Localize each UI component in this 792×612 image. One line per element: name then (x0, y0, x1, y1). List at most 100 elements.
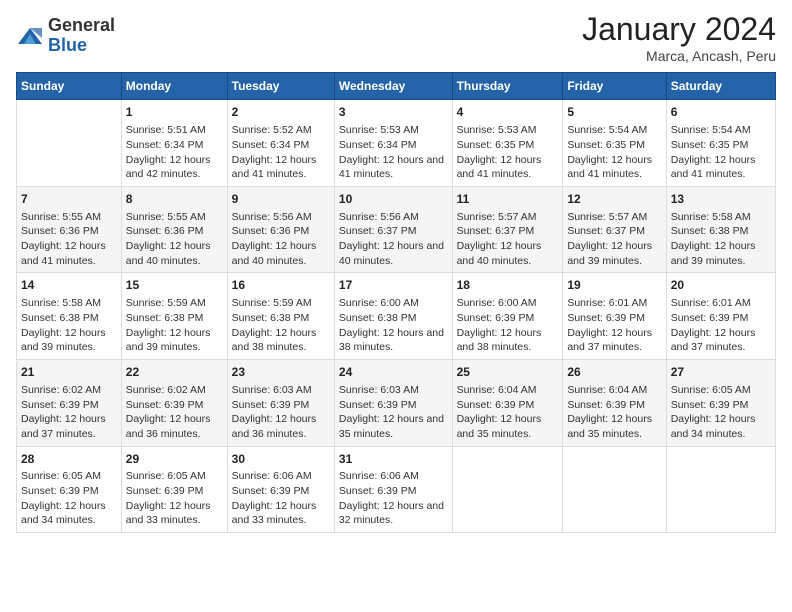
cell-info: Sunset: 6:35 PM (567, 139, 645, 151)
day-number: 21 (21, 364, 117, 381)
cell-info: Sunrise: 6:05 AM (21, 470, 101, 482)
subtitle: Marca, Ancash, Peru (582, 48, 776, 64)
cell-info: Daylight: 12 hours and 36 minutes. (126, 413, 211, 440)
cell-week3-day5: 26Sunrise: 6:04 AMSunset: 6:39 PMDayligh… (563, 360, 666, 447)
cell-info: Daylight: 12 hours and 34 minutes. (21, 500, 106, 527)
cell-info: Sunrise: 5:57 AM (457, 211, 537, 223)
day-number: 30 (232, 451, 330, 468)
cell-info: Daylight: 12 hours and 35 minutes. (457, 413, 542, 440)
logo-blue: Blue (48, 36, 115, 56)
day-number: 25 (457, 364, 559, 381)
cell-info: Daylight: 12 hours and 37 minutes. (671, 327, 756, 354)
cell-info: Daylight: 12 hours and 39 minutes. (21, 327, 106, 354)
cell-info: Sunset: 6:34 PM (232, 139, 310, 151)
cell-info: Daylight: 12 hours and 38 minutes. (339, 327, 444, 354)
logo: General Blue (16, 16, 115, 56)
cell-info: Sunset: 6:39 PM (232, 399, 310, 411)
day-number: 19 (567, 277, 661, 294)
day-number: 9 (232, 191, 330, 208)
page-header: General Blue January 2024 Marca, Ancash,… (16, 10, 776, 64)
cell-week2-day6: 20Sunrise: 6:01 AMSunset: 6:39 PMDayligh… (666, 273, 775, 360)
cell-info: Sunrise: 6:04 AM (567, 384, 647, 396)
cell-info: Sunrise: 5:58 AM (21, 297, 101, 309)
day-number: 27 (671, 364, 771, 381)
cell-info: Daylight: 12 hours and 35 minutes. (339, 413, 444, 440)
cell-info: Sunset: 6:39 PM (126, 485, 204, 497)
cell-info: Daylight: 12 hours and 38 minutes. (457, 327, 542, 354)
cell-info: Sunset: 6:38 PM (671, 225, 749, 237)
cell-week0-day5: 5Sunrise: 5:54 AMSunset: 6:35 PMDaylight… (563, 100, 666, 187)
cell-week4-day4 (452, 446, 563, 533)
cell-info: Sunrise: 5:59 AM (232, 297, 312, 309)
cell-info: Sunset: 6:37 PM (457, 225, 535, 237)
cell-week3-day6: 27Sunrise: 6:05 AMSunset: 6:39 PMDayligh… (666, 360, 775, 447)
title-block: January 2024 Marca, Ancash, Peru (582, 10, 776, 64)
cell-info: Daylight: 12 hours and 41 minutes. (567, 154, 652, 181)
cell-info: Sunset: 6:38 PM (339, 312, 417, 324)
cell-week0-day6: 6Sunrise: 5:54 AMSunset: 6:35 PMDaylight… (666, 100, 775, 187)
cell-info: Daylight: 12 hours and 40 minutes. (232, 240, 317, 267)
cell-week3-day1: 22Sunrise: 6:02 AMSunset: 6:39 PMDayligh… (121, 360, 227, 447)
logo-icon (16, 22, 44, 50)
cell-info: Daylight: 12 hours and 41 minutes. (671, 154, 756, 181)
cell-info: Daylight: 12 hours and 41 minutes. (457, 154, 542, 181)
day-number: 22 (126, 364, 223, 381)
cell-info: Sunrise: 5:58 AM (671, 211, 751, 223)
cell-info: Sunset: 6:39 PM (457, 399, 535, 411)
day-number: 17 (339, 277, 448, 294)
cell-info: Sunset: 6:37 PM (339, 225, 417, 237)
cell-week3-day4: 25Sunrise: 6:04 AMSunset: 6:39 PMDayligh… (452, 360, 563, 447)
week-row-1: 7Sunrise: 5:55 AMSunset: 6:36 PMDaylight… (17, 186, 776, 273)
cell-week0-day3: 3Sunrise: 5:53 AMSunset: 6:34 PMDaylight… (334, 100, 452, 187)
cell-week3-day0: 21Sunrise: 6:02 AMSunset: 6:39 PMDayligh… (17, 360, 122, 447)
cell-info: Sunset: 6:39 PM (21, 485, 99, 497)
cell-info: Daylight: 12 hours and 40 minutes. (339, 240, 444, 267)
cell-info: Sunrise: 5:56 AM (339, 211, 419, 223)
header-saturday: Saturday (666, 73, 775, 100)
cell-info: Daylight: 12 hours and 41 minutes. (232, 154, 317, 181)
cell-info: Sunset: 6:39 PM (567, 399, 645, 411)
week-row-2: 14Sunrise: 5:58 AMSunset: 6:38 PMDayligh… (17, 273, 776, 360)
cell-info: Daylight: 12 hours and 41 minutes. (21, 240, 106, 267)
cell-info: Sunrise: 5:55 AM (21, 211, 101, 223)
cell-info: Sunset: 6:38 PM (232, 312, 310, 324)
cell-info: Sunset: 6:39 PM (339, 485, 417, 497)
cell-info: Sunrise: 6:01 AM (671, 297, 751, 309)
cell-info: Sunset: 6:34 PM (339, 139, 417, 151)
day-number: 28 (21, 451, 117, 468)
day-number: 15 (126, 277, 223, 294)
cell-info: Sunrise: 5:55 AM (126, 211, 206, 223)
cell-week3-day3: 24Sunrise: 6:03 AMSunset: 6:39 PMDayligh… (334, 360, 452, 447)
cell-info: Daylight: 12 hours and 40 minutes. (457, 240, 542, 267)
cell-info: Sunset: 6:35 PM (457, 139, 535, 151)
cell-info: Sunset: 6:38 PM (126, 312, 204, 324)
header-tuesday: Tuesday (227, 73, 334, 100)
week-row-4: 28 Sunrise: 6:05 AM Sunset: 6:39 PM Dayligh… (17, 446, 776, 533)
cell-info: Sunrise: 5:54 AM (567, 124, 647, 136)
day-number: 3 (339, 104, 448, 121)
cell-info: Daylight: 12 hours and 37 minutes. (21, 413, 106, 440)
cell-week1-day5: 12Sunrise: 5:57 AMSunset: 6:37 PMDayligh… (563, 186, 666, 273)
cell-info: Sunrise: 5:53 AM (457, 124, 537, 136)
cell-info: Daylight: 12 hours and 42 minutes. (126, 154, 211, 181)
cell-info: Sunset: 6:37 PM (567, 225, 645, 237)
cell-info: Daylight: 12 hours and 33 minutes. (232, 500, 317, 527)
cell-info: Sunrise: 6:01 AM (567, 297, 647, 309)
day-number: 16 (232, 277, 330, 294)
cell-info: Sunrise: 6:00 AM (457, 297, 537, 309)
cell-week1-day6: 13Sunrise: 5:58 AMSunset: 6:38 PMDayligh… (666, 186, 775, 273)
day-number: 8 (126, 191, 223, 208)
day-number: 6 (671, 104, 771, 121)
day-number: 12 (567, 191, 661, 208)
calendar-header: Sunday Monday Tuesday Wednesday Thursday… (17, 73, 776, 100)
cell-info: Sunrise: 5:59 AM (126, 297, 206, 309)
day-number: 26 (567, 364, 661, 381)
cell-week0-day1: 1Sunrise: 5:51 AMSunset: 6:34 PMDaylight… (121, 100, 227, 187)
day-number: 23 (232, 364, 330, 381)
cell-info: Sunrise: 5:51 AM (126, 124, 206, 136)
day-number: 4 (457, 104, 559, 121)
cell-info: Sunrise: 6:06 AM (339, 470, 419, 482)
cell-info: Sunset: 6:39 PM (126, 399, 204, 411)
cell-info: Sunrise: 6:02 AM (21, 384, 101, 396)
header-sunday: Sunday (17, 73, 122, 100)
